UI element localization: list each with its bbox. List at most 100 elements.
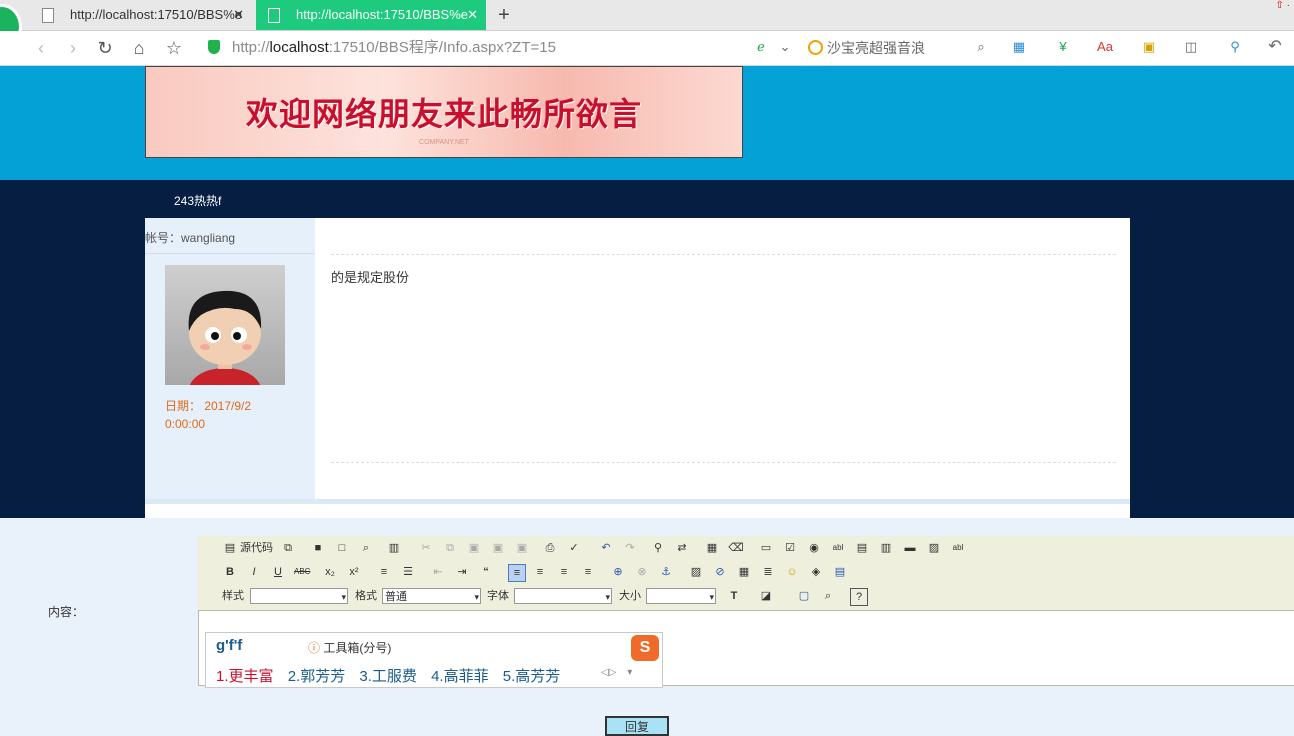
image-button-icon[interactable]: ▨ [926,540,942,556]
select-field-icon[interactable]: ▥ [878,540,894,556]
bold-icon[interactable]: B [222,564,238,580]
finance-icon[interactable]: ¥ [1054,38,1072,56]
undo-icon[interactable]: ↶ [598,540,614,556]
remove-format-icon[interactable]: ⌫ [728,540,744,556]
browser-tab-2-active[interactable]: http://localhost:17510/BBS%e ✕ [256,0,486,30]
new-tab-button[interactable]: + [494,0,514,30]
replace-icon[interactable]: ⇄ [674,540,690,556]
apps-icon[interactable]: ▦ [1010,38,1028,56]
ime-candidate[interactable]: 2.郭芳芳 [288,665,346,686]
checkbox-icon[interactable]: ☑ [782,540,798,556]
horizontal-rule-icon[interactable]: ≣ [760,564,776,580]
select-all-icon[interactable]: ▦ [704,540,720,556]
home-icon[interactable]: ⌂ [127,31,151,65]
size-select[interactable] [646,588,716,605]
maximize-icon[interactable]: ▢ [796,588,812,604]
ime-candidate[interactable]: 5.高芳芳 [503,665,561,686]
save-icon[interactable]: ■ [310,540,326,556]
blockquote-icon[interactable]: “ [478,564,494,580]
hidden-field-icon[interactable]: abl [950,540,966,556]
ime-expand-icon[interactable]: ▾ [627,667,632,678]
link-icon[interactable]: ⊕ [610,564,626,580]
address-bar[interactable]: http://localhost:17510/BBS程序/Info.aspx?Z… [232,36,556,60]
template-icon[interactable]: ⧉ [280,540,296,556]
smiley-icon[interactable]: ☺ [784,564,800,580]
superscript-icon[interactable]: x² [346,564,362,580]
reload-icon[interactable]: ↻ [93,31,117,65]
url-path: :17510/BBS程序/Info.aspx?ZT=15 [328,39,556,56]
justify-icon[interactable]: ≡ [580,564,596,580]
preview-icon[interactable]: ⌕ [358,540,374,556]
ie-mode-icon[interactable]: ℯ [752,38,770,56]
strikethrough-icon[interactable]: ABC [294,564,310,580]
forward-icon[interactable]: › [61,31,85,65]
page-break-icon[interactable]: ▤ [832,564,848,580]
form-icon[interactable]: ▭ [758,540,774,556]
find-icon[interactable]: ⚲ [650,540,666,556]
security-shield-icon[interactable] [208,40,220,54]
indent-icon[interactable]: ⇥ [454,564,470,580]
numbered-list-icon[interactable]: ≡ [376,564,392,580]
back-icon[interactable]: ‹ [29,31,53,65]
ime-toolbox[interactable]: ⓘ 工具箱(分号) [308,639,391,656]
flash-icon[interactable]: ⊘ [712,564,728,580]
search-icon[interactable]: ⌕ [972,38,990,56]
radio-icon[interactable]: ◉ [806,540,822,556]
paste-word-icon[interactable]: ▣ [514,540,530,556]
spellcheck-icon[interactable]: ✓ [566,540,582,556]
print-icon[interactable]: ⎙ [542,540,558,556]
reply-button[interactable]: 回复 [605,716,669,736]
game-icon[interactable]: ◫ [1182,38,1200,56]
outdent-icon[interactable]: ⇤ [430,564,446,580]
textarea-icon[interactable]: ▤ [854,540,870,556]
search-input[interactable]: 沙宝亮超强音浪 [808,36,998,60]
source-code-button[interactable]: 源代码 [240,540,273,556]
zoom-icon[interactable]: ⚲ [1226,38,1244,56]
screenshot-icon[interactable]: ▣ [1140,38,1158,56]
ime-candidate[interactable]: 3.工服费 [359,665,417,686]
next-page-icon[interactable]: ▷ [609,667,617,678]
button-field-icon[interactable]: ▬ [902,540,918,556]
bulleted-list-icon[interactable]: ☰ [400,564,416,580]
paste-icon[interactable]: ▣ [466,540,482,556]
special-char-icon[interactable]: ◈ [808,564,824,580]
browser-tab-1[interactable]: http://localhost:17510/BBS%e ✕ [30,0,252,30]
image-icon[interactable]: ▨ [688,564,704,580]
cut-icon[interactable]: ✂ [418,540,434,556]
subscript-icon[interactable]: x₂ [322,564,338,580]
undo-icon[interactable]: ↶ [1266,38,1284,56]
background-color-icon[interactable]: ◪ [758,588,774,604]
window-controls-icon[interactable]: ⇧ · [1276,0,1291,11]
ime-candidate[interactable]: 1.更丰富 [216,665,274,686]
font-select[interactable] [514,588,612,605]
templates-icon[interactable]: ▥ [386,540,402,556]
chevron-down-icon[interactable]: ⌄ [776,38,794,56]
ime-page-nav[interactable]: ◁▷ ▾ [601,667,632,678]
align-right-icon[interactable]: ≡ [556,564,572,580]
italic-icon[interactable]: I [246,564,262,580]
format-select[interactable]: 普通 [382,588,481,605]
tab-close-icon[interactable]: ✕ [233,0,244,30]
redo-icon[interactable]: ↷ [622,540,638,556]
copy-icon[interactable]: ⧉ [442,540,458,556]
style-select[interactable] [250,588,348,605]
text-color-icon[interactable]: T [726,588,742,604]
bookmark-star-icon[interactable]: ☆ [162,31,186,65]
tab-close-icon[interactable]: ✕ [467,0,478,30]
show-blocks-icon[interactable]: ⌕ [820,588,836,604]
help-icon[interactable]: ? [850,588,868,606]
ime-candidate[interactable]: 4.高菲菲 [431,665,489,686]
translate-icon[interactable]: Aa [1096,38,1114,56]
underline-icon[interactable]: U [270,564,286,580]
unlink-icon[interactable]: ⊗ [634,564,650,580]
textfield-icon[interactable]: abl [830,540,846,556]
page-icon [42,8,54,23]
align-center-icon[interactable]: ≡ [532,564,548,580]
new-page-icon[interactable]: □ [334,540,350,556]
align-left-icon[interactable]: ≡ [508,564,526,582]
paste-text-icon[interactable]: ▣ [490,540,506,556]
table-icon[interactable]: ▦ [736,564,752,580]
source-code-icon[interactable]: ▤ [222,540,238,556]
anchor-icon[interactable]: ⚓ [658,564,674,580]
prev-page-icon[interactable]: ◁ [601,667,609,678]
